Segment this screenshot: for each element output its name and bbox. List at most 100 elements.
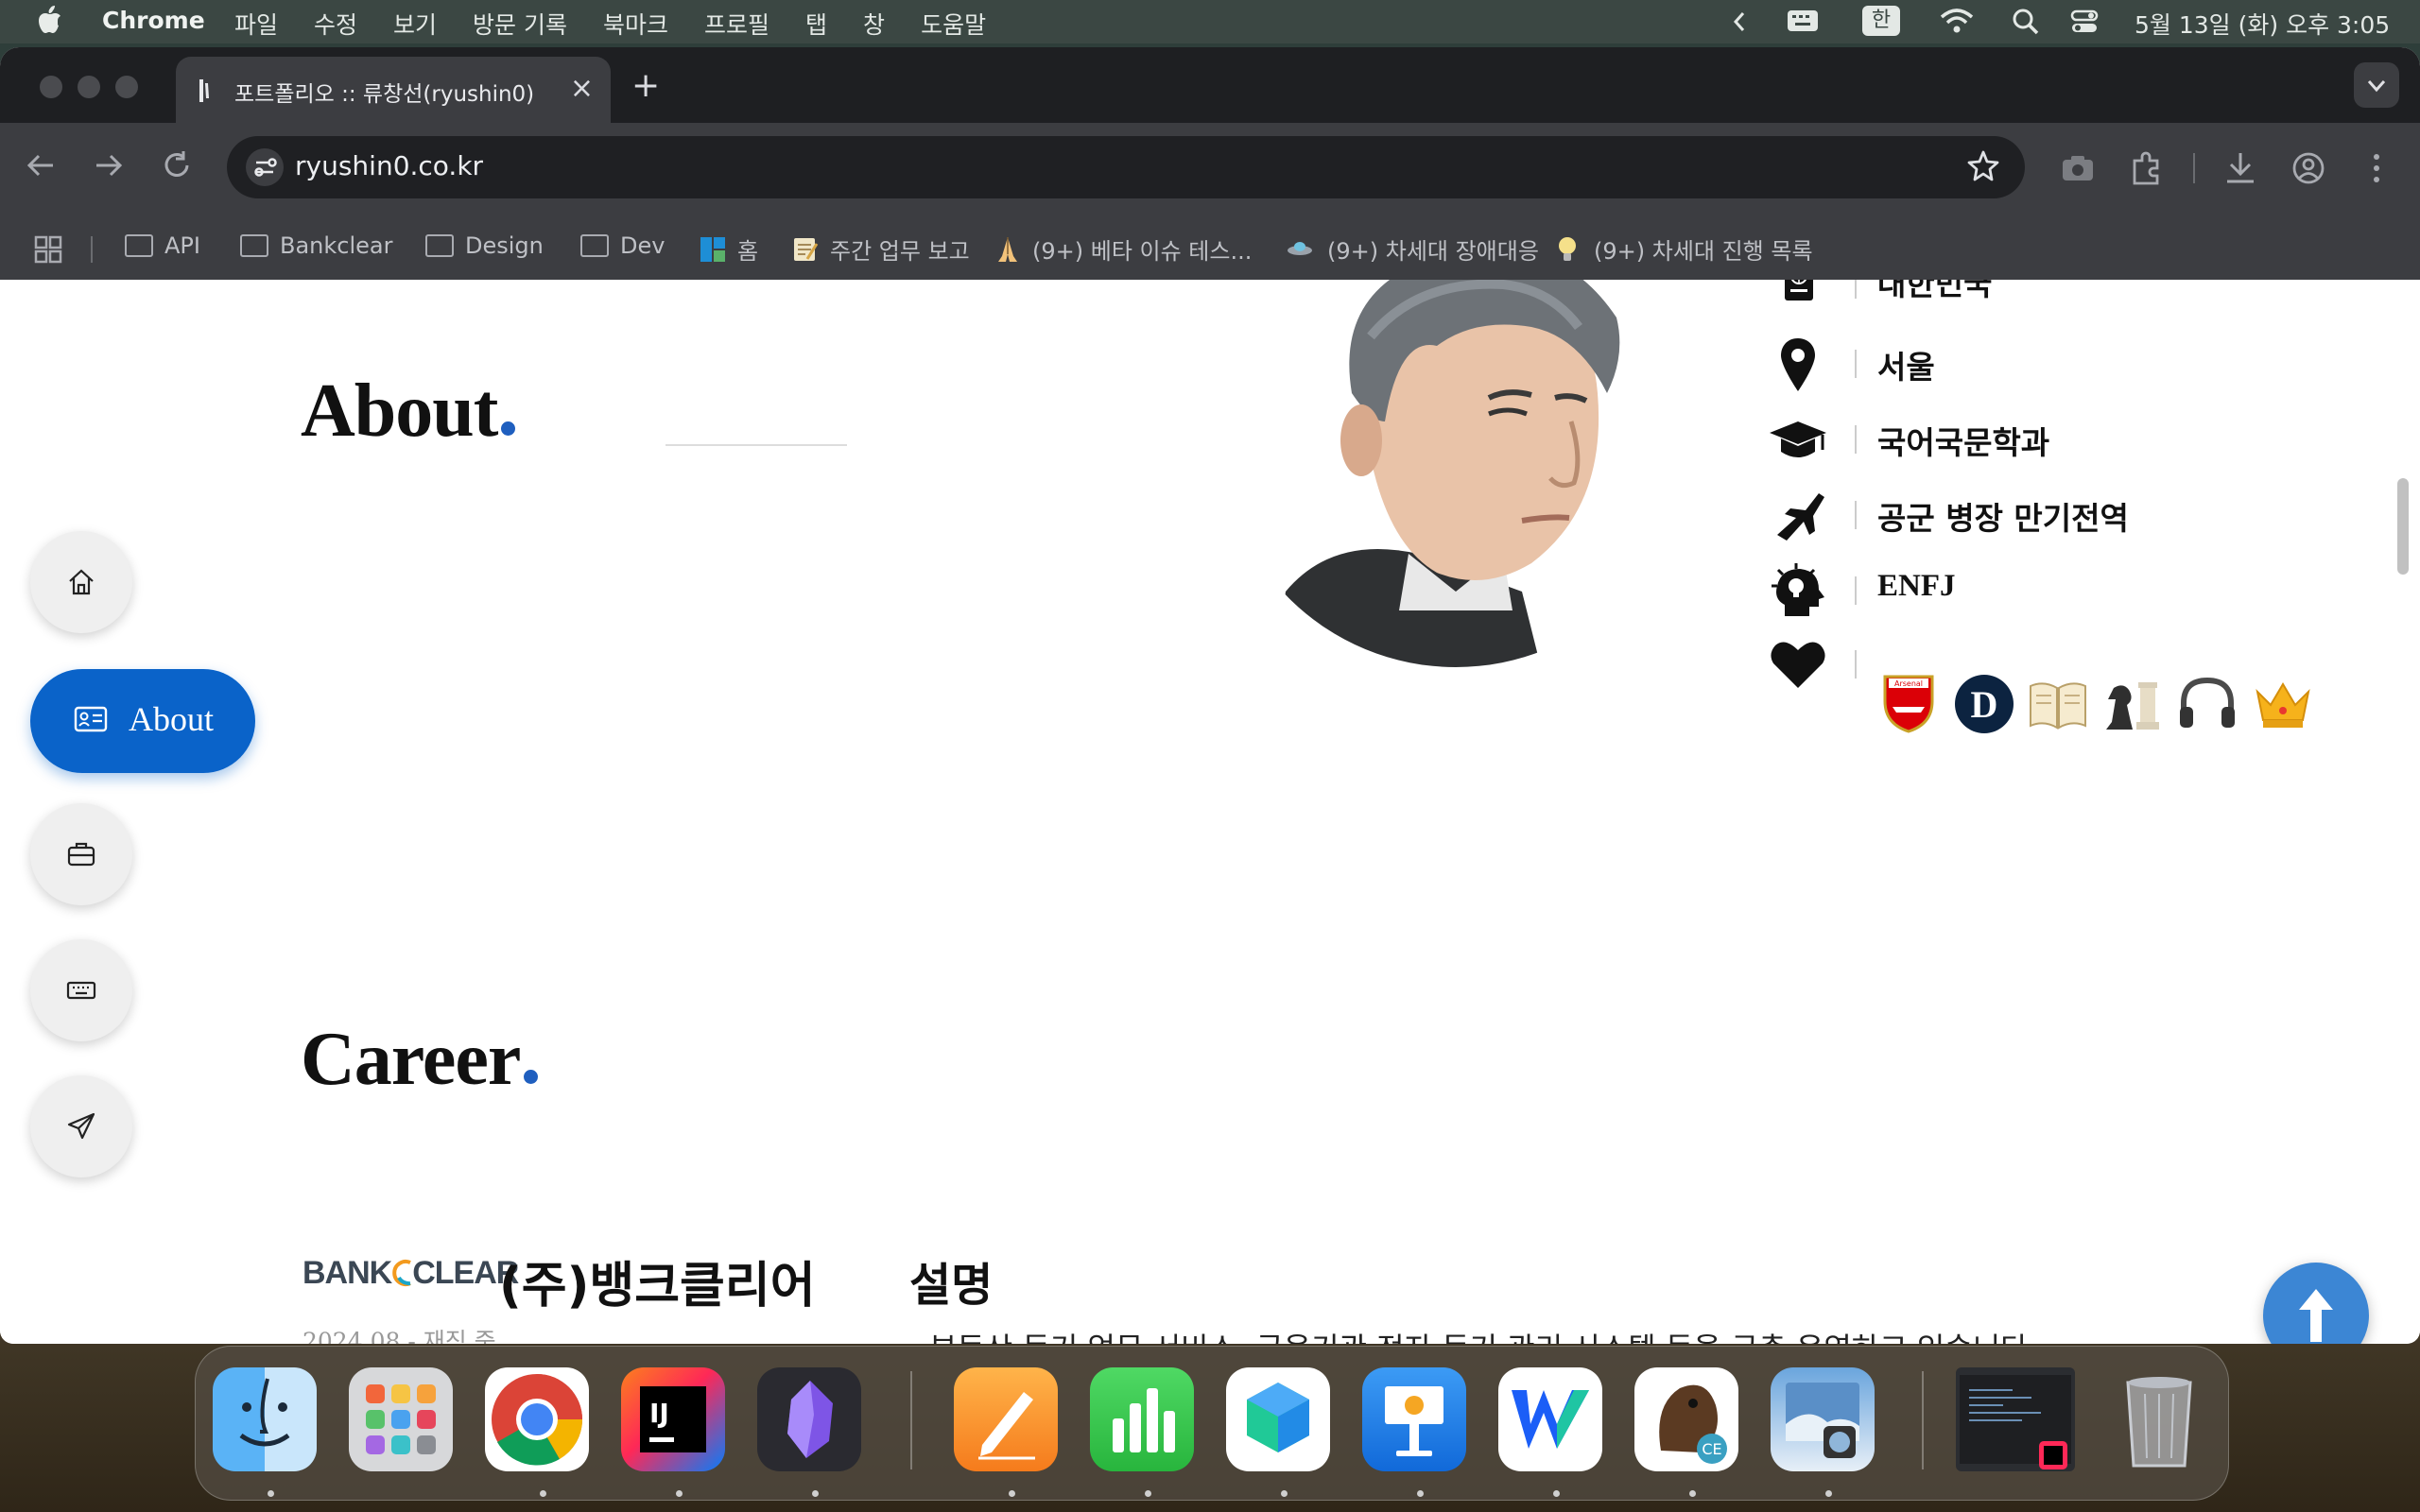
finder-icon[interactable]	[213, 1367, 317, 1471]
reload-icon[interactable]	[161, 149, 193, 181]
menu-edit[interactable]: 수정	[314, 7, 357, 41]
input-method-badge[interactable]: 한	[1862, 6, 1900, 36]
nav-about-button[interactable]: About	[30, 669, 255, 773]
board-icon	[700, 236, 725, 262]
trash-icon[interactable]	[2107, 1367, 2211, 1471]
site-settings-icon[interactable]	[246, 148, 284, 186]
folder-icon	[580, 234, 609, 257]
wifi-icon[interactable]	[1940, 8, 1974, 34]
scroll-to-top-button[interactable]	[2263, 1263, 2369, 1344]
download-icon[interactable]	[2220, 147, 2261, 189]
numbers-icon[interactable]	[1090, 1367, 1194, 1471]
menu-window[interactable]: 창	[863, 7, 885, 41]
bookmark-api[interactable]: API	[125, 232, 200, 259]
crown-icon	[2256, 682, 2310, 728]
control-center-icon[interactable]	[2070, 8, 2099, 36]
menu-bookmarks[interactable]: 북마크	[603, 7, 668, 41]
ufo-icon	[1288, 241, 1312, 255]
info-military: 공군 병장 만기전역	[1877, 500, 2129, 537]
address-bar[interactable]: ryushin0.co.kr	[227, 136, 2025, 198]
menu-bar: Chrome 파일 수정 보기 방문 기록 북마크 프로필 탭 창 도움말 한 …	[0, 0, 2420, 43]
about-heading-text: About	[301, 369, 498, 453]
launchpad-icon[interactable]	[349, 1367, 453, 1471]
info-separator	[1855, 501, 1857, 529]
running-indicator	[268, 1490, 274, 1497]
chevron-left-icon[interactable]	[1732, 8, 1747, 36]
url-text[interactable]: ryushin0.co.kr	[295, 150, 483, 181]
svg-text:CE: CE	[1702, 1440, 1721, 1458]
nav-skills-button[interactable]	[30, 939, 132, 1041]
menu-profile[interactable]: 프로필	[704, 7, 769, 41]
chrome-icon[interactable]	[485, 1367, 589, 1471]
menu-history[interactable]: 방문 기록	[473, 7, 567, 41]
apps-grid-icon[interactable]	[34, 235, 62, 264]
bankclear-logo: BANK CLEAR	[302, 1255, 519, 1292]
heading-dot	[501, 421, 516, 436]
new-tab-button[interactable]: +	[631, 66, 660, 105]
naver-works-drive-icon[interactable]	[1226, 1367, 1330, 1471]
extensions-icon[interactable]	[2125, 147, 2167, 189]
bulb-icon	[1559, 236, 1576, 261]
running-indicator	[1009, 1490, 1015, 1497]
menubar-clock[interactable]: 5월 13일 (화) 오후 3:05	[2135, 7, 2390, 41]
forward-arrow-icon[interactable]	[93, 149, 125, 181]
description-title: 설명	[909, 1259, 994, 1312]
running-indicator	[540, 1490, 546, 1497]
bookmark-home[interactable]: 홈	[700, 232, 758, 266]
bookmark-beta-issue[interactable]: (9+) 베타 이슈 테스...	[994, 232, 1252, 266]
info-separator	[1855, 650, 1857, 679]
active-tab[interactable]: 포트폴리오 :: 류창선(ryushin0) ×	[176, 57, 611, 123]
description-text: - 부동산 등기 업무 서비스, 금융기관 전자 등기 관리 시스템 등을 구축…	[909, 1325, 2038, 1344]
passport-icon	[1785, 280, 1813, 301]
bookmark-star-icon[interactable]	[1966, 149, 2000, 183]
paper-plane-icon	[67, 1112, 95, 1140]
menu-help[interactable]: 도움말	[921, 7, 986, 41]
window-thumbnail-icon[interactable]	[1956, 1367, 2075, 1471]
pages-icon[interactable]	[954, 1367, 1058, 1471]
profile-icon[interactable]	[2288, 147, 2329, 189]
app-name-menu[interactable]: Chrome	[102, 7, 205, 34]
bookmark-label: Bankclear	[280, 232, 393, 259]
back-arrow-icon[interactable]	[25, 149, 57, 181]
browser-toolbar: ryushin0.co.kr	[0, 123, 2420, 217]
menu-view[interactable]: 보기	[393, 7, 437, 41]
nav-home-button[interactable]	[30, 531, 132, 633]
keyboard-status-icon[interactable]	[1787, 8, 1819, 34]
running-indicator	[812, 1490, 819, 1497]
nav-contact-button[interactable]	[30, 1075, 132, 1177]
bookmark-label: 주간 업무 보고	[830, 238, 970, 265]
keynote-icon[interactable]	[1362, 1367, 1466, 1471]
apple-icon[interactable]	[38, 5, 62, 35]
company-name: (주)뱅크클리어	[499, 1258, 816, 1314]
bookmark-dev[interactable]: Dev	[580, 232, 665, 259]
camera-icon[interactable]	[2057, 147, 2099, 189]
detroit-tigers-icon: D	[1955, 675, 2014, 733]
spotlight-search-icon[interactable]	[2012, 8, 2040, 36]
tab-close-icon[interactable]: ×	[570, 72, 594, 105]
logo-text-bank: BANK	[302, 1255, 392, 1291]
bookmark-nextgen-progress[interactable]: (9+) 차세대 진행 목록	[1556, 232, 1813, 266]
employment-period: 2024.08 - 재직 중	[302, 1328, 496, 1344]
dbeaver-icon[interactable]: CE	[1634, 1367, 1738, 1471]
running-indicator	[1417, 1490, 1424, 1497]
menu-tab[interactable]: 탭	[805, 7, 827, 41]
tab-search-button[interactable]	[2354, 62, 2399, 108]
bookmark-weekly-report[interactable]: 주간 업무 보고	[792, 232, 970, 266]
bookmark-design[interactable]: Design	[425, 232, 544, 259]
intellij-icon[interactable]: IJ	[621, 1367, 725, 1471]
running-indicator	[1281, 1490, 1288, 1497]
menu-file[interactable]: 파일	[234, 7, 278, 41]
graduation-cap-icon	[1770, 421, 1826, 457]
obsidian-icon[interactable]	[757, 1367, 861, 1471]
more-menu-icon[interactable]	[2356, 147, 2397, 189]
bookmark-bankclear[interactable]: Bankclear	[240, 232, 392, 259]
close-window-button[interactable]	[40, 76, 62, 98]
page-scrollbar[interactable]	[2397, 478, 2409, 575]
preview-icon[interactable]	[1771, 1367, 1875, 1471]
bookmark-nextgen-incident[interactable]: (9+) 차세대 장애대응	[1286, 232, 1539, 266]
naver-works-icon[interactable]	[1498, 1367, 1602, 1471]
zoom-window-button[interactable]	[115, 76, 138, 98]
minimize-window-button[interactable]	[78, 76, 100, 98]
nav-career-button[interactable]	[30, 803, 132, 905]
info-separator	[1855, 425, 1857, 454]
